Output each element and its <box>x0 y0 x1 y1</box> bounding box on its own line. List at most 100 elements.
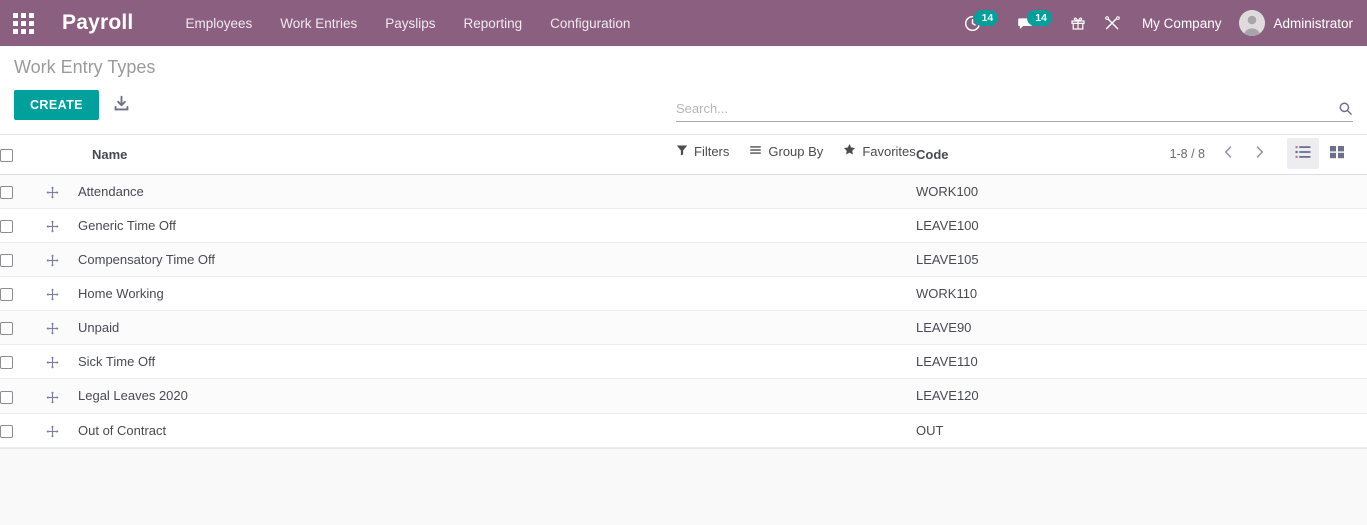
row-name-cell[interactable]: Generic Time Off <box>76 209 916 243</box>
drag-handle-icon[interactable] <box>46 322 59 335</box>
wrench-tools-icon <box>1104 15 1121 32</box>
search-bar[interactable] <box>676 100 1353 122</box>
select-all-checkbox[interactable] <box>0 149 13 163</box>
select-all-header <box>0 135 46 176</box>
row-checkbox[interactable] <box>0 186 13 200</box>
row-code-cell[interactable]: LEAVE105 <box>916 243 1367 277</box>
menu-item-reporting[interactable]: Reporting <box>450 10 537 37</box>
row-checkbox[interactable] <box>0 356 13 370</box>
row-select-cell <box>0 379 46 413</box>
main-menu: Employees Work Entries Payslips Reportin… <box>171 10 644 37</box>
row-code-cell[interactable]: LEAVE110 <box>916 345 1367 379</box>
row-name-cell[interactable]: Legal Leaves 2020 <box>76 379 916 413</box>
import-records-button[interactable] <box>109 91 134 119</box>
table-row[interactable]: Compensatory Time Off LEAVE105 <box>0 242 1367 277</box>
user-avatar-icon <box>1239 10 1266 36</box>
table-row[interactable]: Legal Leaves 2020 LEAVE120 <box>0 378 1367 413</box>
group-by-label: Group By <box>768 143 824 159</box>
table-row[interactable]: Home Working WORK110 <box>0 276 1367 311</box>
row-handle-cell <box>46 243 76 277</box>
row-checkbox[interactable] <box>0 424 13 438</box>
menu-item-configuration[interactable]: Configuration <box>536 10 644 37</box>
row-select-cell <box>0 345 46 379</box>
table-row[interactable]: Generic Time Off LEAVE100 <box>0 208 1367 243</box>
row-code-cell[interactable]: LEAVE120 <box>916 379 1367 413</box>
kanban-view-button[interactable] <box>1321 138 1353 169</box>
row-code-cell[interactable]: OUT <box>916 413 1367 447</box>
list-empty-space <box>0 447 1367 525</box>
row-code-cell[interactable]: WORK100 <box>916 175 1367 209</box>
activities-menu[interactable]: 14 <box>955 0 1008 46</box>
user-name-label: Administrator <box>1273 15 1353 31</box>
control-panel-left: Work Entry Types CREATE <box>14 54 155 120</box>
pager-next-button[interactable] <box>1246 143 1273 164</box>
drag-handle-icon[interactable] <box>46 288 59 301</box>
handle-column-header <box>46 135 76 176</box>
group-by-dropdown[interactable]: Group By <box>749 144 823 159</box>
records-table: Name Code Attendance WORK100 Generic Time … <box>0 135 1367 448</box>
row-handle-cell <box>46 209 76 243</box>
list-view-icon <box>1295 144 1311 163</box>
list-view-button[interactable] <box>1287 138 1319 169</box>
apps-grid-icon[interactable] <box>0 0 46 46</box>
row-select-cell <box>0 311 46 345</box>
table-row[interactable]: Sick Time Off LEAVE110 <box>0 344 1367 379</box>
app-brand-title[interactable]: Payroll <box>62 11 133 35</box>
drag-handle-icon[interactable] <box>46 254 59 267</box>
gift-icon <box>1070 15 1086 31</box>
search-magnifier-icon[interactable] <box>1332 101 1353 116</box>
drag-handle-icon[interactable] <box>46 425 59 438</box>
row-name-cell[interactable]: Out of Contract <box>76 413 916 447</box>
favorites-star-icon <box>843 143 856 159</box>
table-row[interactable]: Out of Contract OUT <box>0 413 1367 448</box>
row-select-cell <box>0 277 46 311</box>
row-handle-cell <box>46 379 76 413</box>
row-code-cell[interactable]: LEAVE100 <box>916 209 1367 243</box>
row-handle-cell <box>46 277 76 311</box>
filters-label: Filters <box>694 143 730 159</box>
row-name-cell[interactable]: Attendance <box>76 175 916 209</box>
row-checkbox[interactable] <box>0 220 13 234</box>
drag-handle-icon[interactable] <box>46 390 59 404</box>
control-panel-buttons: CREATE <box>14 90 155 120</box>
work-entry-types-list: Name Code Attendance WORK100 Generic Time … <box>0 135 1367 525</box>
user-menu[interactable]: Administrator <box>1233 10 1353 36</box>
control-panel: Work Entry Types CREATE Search... Filter… <box>0 46 1367 169</box>
row-checkbox[interactable] <box>0 288 13 302</box>
search-input[interactable] <box>676 100 1332 117</box>
row-checkbox[interactable] <box>0 390 13 404</box>
menu-item-payslips[interactable]: Payslips <box>371 10 449 37</box>
row-handle-cell <box>46 345 76 379</box>
pager-range-label: 1-8 / 8 <box>1169 146 1205 161</box>
menu-item-employees[interactable]: Employees <box>171 10 266 37</box>
messages-menu[interactable]: 14 <box>1007 0 1061 46</box>
table-row[interactable]: Unpaid LEAVE90 <box>0 310 1367 345</box>
row-handle-cell <box>46 413 76 447</box>
menu-item-work-entries[interactable]: Work Entries <box>266 10 371 37</box>
activities-count-badge: 14 <box>973 9 999 27</box>
gift-menu[interactable] <box>1061 0 1095 46</box>
row-name-cell[interactable]: Home Working <box>76 277 916 311</box>
row-checkbox[interactable] <box>0 322 13 336</box>
row-select-cell <box>0 209 46 243</box>
table-row[interactable]: Attendance WORK100 <box>0 174 1367 209</box>
drag-handle-icon[interactable] <box>46 356 59 369</box>
chevron-left-icon <box>1222 145 1235 162</box>
drag-handle-icon[interactable] <box>46 220 59 233</box>
favorites-dropdown[interactable]: Favorites <box>843 143 916 159</box>
row-name-cell[interactable]: Sick Time Off <box>76 345 916 379</box>
row-code-cell[interactable]: WORK110 <box>916 277 1367 311</box>
row-name-cell[interactable]: Unpaid <box>76 311 916 345</box>
drag-handle-icon[interactable] <box>46 186 59 199</box>
pager-previous-button[interactable] <box>1215 143 1242 164</box>
messages-count-badge: 14 <box>1027 9 1052 27</box>
filters-dropdown[interactable]: Filters <box>676 144 729 159</box>
row-checkbox[interactable] <box>0 254 13 268</box>
company-switcher[interactable]: My Company <box>1130 16 1234 31</box>
row-name-cell[interactable]: Compensatory Time Off <box>76 243 916 277</box>
create-button[interactable]: CREATE <box>14 90 99 120</box>
kanban-view-icon <box>1329 144 1345 163</box>
row-code-cell[interactable]: LEAVE90 <box>916 311 1367 345</box>
top-navbar: Payroll Employees Work Entries Payslips … <box>0 0 1367 46</box>
developer-tools-menu[interactable] <box>1095 0 1130 46</box>
